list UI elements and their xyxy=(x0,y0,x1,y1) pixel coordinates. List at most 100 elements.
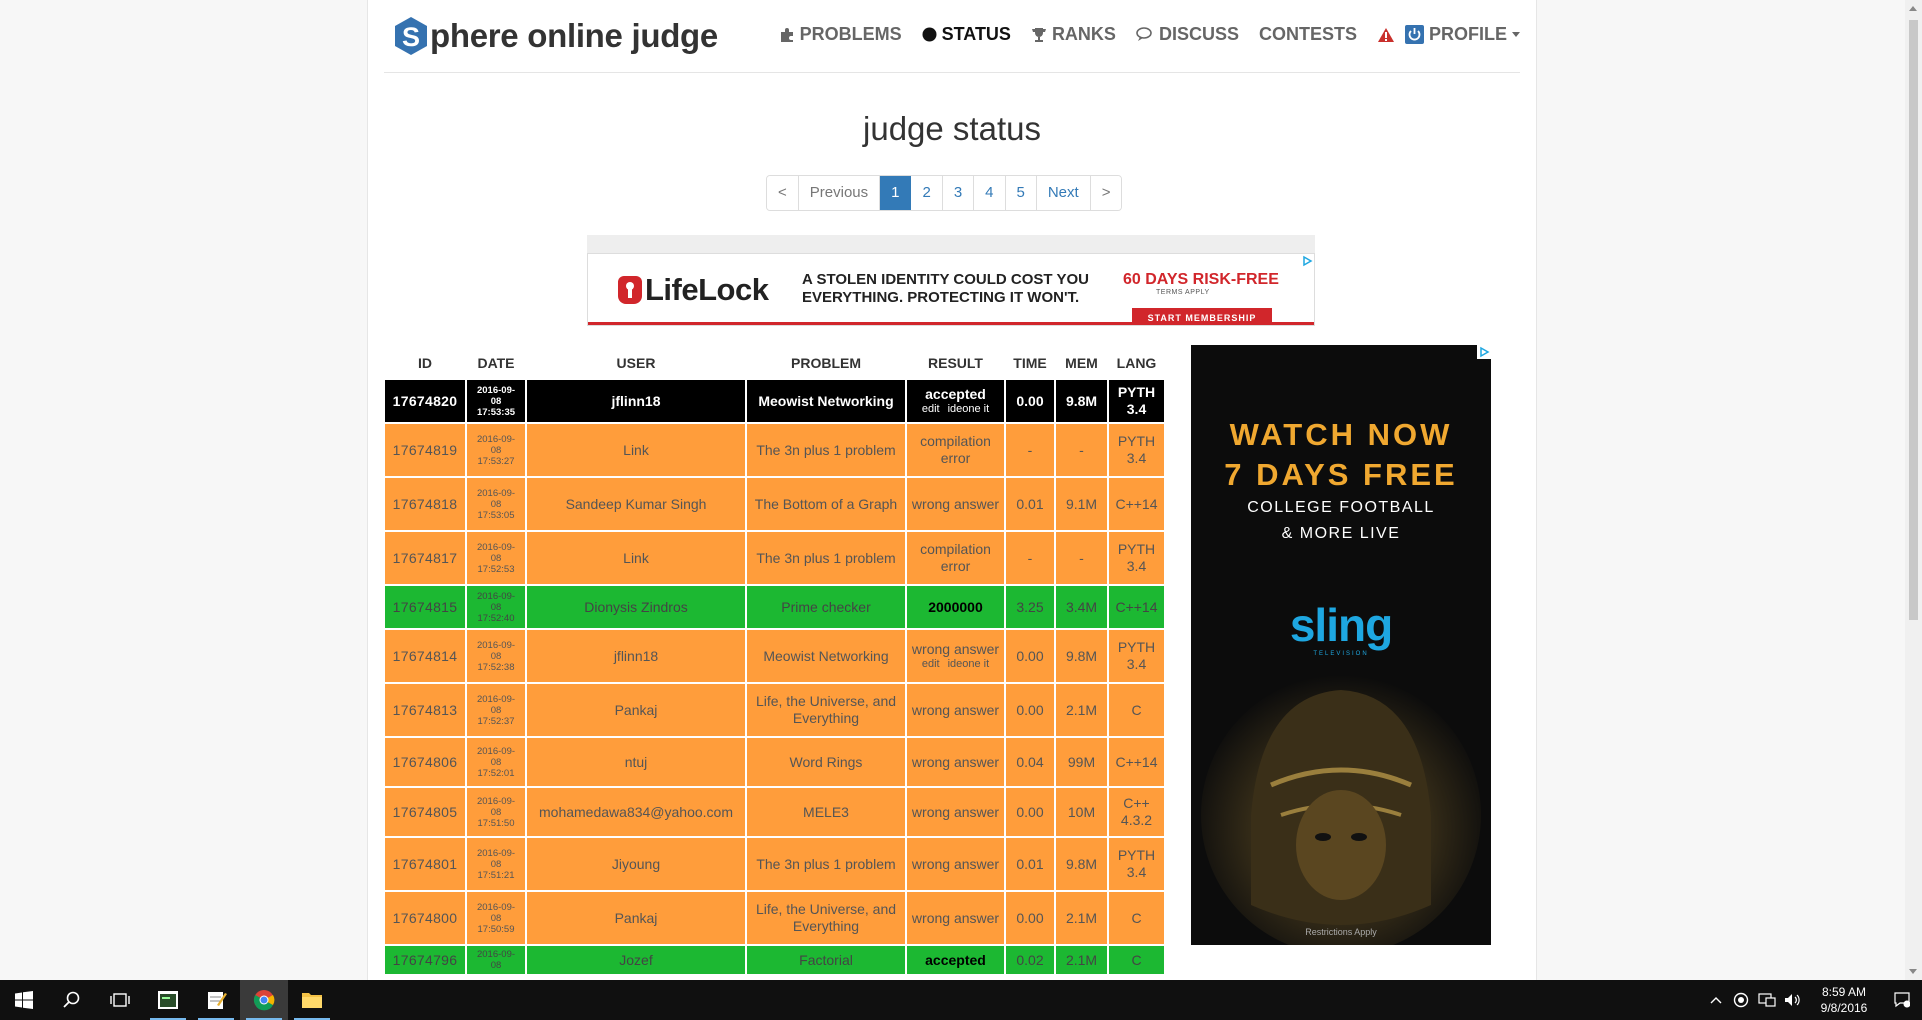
taskbar-clock[interactable]: 8:59 AM 9/8/2016 xyxy=(1806,984,1882,1016)
table-row[interactable]: 17674820 2016-09- 08 17:53:35 jflinn18 Meowis… xyxy=(383,378,1166,424)
ad-banner-lifelock[interactable]: LifeLock A STOLEN IDENTITY COULD COST YO… xyxy=(587,253,1315,326)
nav-problems-label: PROBLEMS xyxy=(799,24,902,44)
cell-problem[interactable]: Prime checker xyxy=(745,584,907,630)
pager-previous[interactable]: Previous xyxy=(798,176,881,210)
alert-icon[interactable] xyxy=(1377,27,1395,43)
table-row[interactable]: 17674818 2016-09- 08 17:53:05 Sandeep Kumar … xyxy=(383,476,1166,532)
cell-user[interactable]: Jiyoung xyxy=(525,836,747,892)
cell-user[interactable]: jflinn18 xyxy=(525,628,747,684)
cell-problem[interactable]: MELE3 xyxy=(745,786,907,838)
nav-ranks[interactable]: RANKS xyxy=(1031,24,1116,45)
cell-user[interactable]: ntuj xyxy=(525,736,747,788)
nav-status[interactable]: STATUS xyxy=(922,24,1011,45)
pager-next[interactable]: Next xyxy=(1036,176,1091,210)
cell-problem[interactable]: Word Rings xyxy=(745,736,907,788)
result-links: edit ideone it xyxy=(907,658,1004,671)
cell-problem[interactable]: The Bottom of a Graph xyxy=(745,476,907,532)
nav-discuss[interactable]: DISCUSS xyxy=(1136,24,1239,45)
cell-lang: C xyxy=(1107,682,1166,738)
col-header-date[interactable]: DATE xyxy=(466,348,526,379)
nav-problems[interactable]: PROBLEMS xyxy=(779,24,902,45)
scrollbar-thumb[interactable] xyxy=(1909,20,1918,620)
cell-user[interactable]: Pankaj xyxy=(525,682,747,738)
notepad-icon[interactable] xyxy=(192,980,240,1020)
pager-first[interactable]: < xyxy=(767,176,799,210)
volume-icon[interactable] xyxy=(1780,980,1806,1020)
col-header-mem[interactable]: MEM xyxy=(1055,348,1108,379)
table-row[interactable]: 17674813 2016-09- 08 17:52:37 Pankaj Life, th… xyxy=(383,682,1166,738)
pager-page-5[interactable]: 5 xyxy=(1005,176,1037,210)
lock-icon xyxy=(618,276,642,304)
cell-user[interactable]: jflinn18 xyxy=(525,378,747,424)
network-icon[interactable] xyxy=(1754,980,1780,1020)
lifelock-logo: LifeLock xyxy=(618,272,769,308)
table-row[interactable]: 17674819 2016-09- 08 17:53:27 Link The 3n plu… xyxy=(383,422,1166,478)
col-header-user[interactable]: USER xyxy=(526,348,746,379)
cell-time: 0.00 xyxy=(1004,628,1056,684)
cell-user[interactable]: Pankaj xyxy=(525,890,747,946)
col-header-id[interactable]: ID xyxy=(384,348,466,379)
cell-result: wrong answer xyxy=(905,836,1006,892)
table-row[interactable]: 17674801 2016-09- 08 17:51:21 Jiyoung The 3n … xyxy=(383,836,1166,892)
cell-result: wrong answer xyxy=(905,736,1006,788)
cell-user[interactable]: Sandeep Kumar Singh xyxy=(525,476,747,532)
pager-page-4[interactable]: 4 xyxy=(974,176,1006,210)
scroll-up-icon[interactable] xyxy=(1909,6,1917,11)
adchoices-icon[interactable] xyxy=(1300,254,1314,268)
lifelock-brand: LifeLock xyxy=(645,272,769,307)
table-row[interactable]: 17674805 2016-09- 08 17:51:50 mohamedawa834@… xyxy=(383,786,1166,838)
folder-icon[interactable] xyxy=(288,980,336,1020)
cell-user[interactable]: mohamedawa834@yahoo.com xyxy=(525,786,747,838)
cell-user[interactable]: Dionysis Zindros xyxy=(525,584,747,630)
col-header-time[interactable]: TIME xyxy=(1005,348,1055,379)
page-scrollbar[interactable] xyxy=(1905,0,1922,980)
start-icon[interactable] xyxy=(0,980,48,1020)
chevron-up-icon[interactable] xyxy=(1704,980,1728,1020)
cell-problem[interactable]: The 3n plus 1 problem xyxy=(745,422,907,478)
task-view-icon[interactable] xyxy=(96,980,144,1020)
cell-problem[interactable]: Meowist Networking xyxy=(745,378,907,424)
result-links: edit ideone it xyxy=(907,403,1004,416)
nav-profile[interactable]: PROFILE xyxy=(1404,24,1520,45)
col-header-problem[interactable]: PROBLEM xyxy=(746,348,906,379)
cell-problem[interactable]: The 3n plus 1 problem xyxy=(745,530,907,586)
ideone-link[interactable]: ideone it xyxy=(948,658,990,670)
nav-contests[interactable]: CONTESTS xyxy=(1259,24,1357,45)
cell-user[interactable]: Link xyxy=(525,422,747,478)
cell-mem: 2.1M xyxy=(1054,944,1109,976)
notification-icon[interactable] xyxy=(1882,980,1922,1020)
terminal-icon[interactable] xyxy=(144,980,192,1020)
edit-link[interactable]: edit xyxy=(922,403,940,415)
cell-lang: PYTH 3.4 xyxy=(1107,628,1166,684)
col-header-result[interactable]: RESULT xyxy=(906,348,1005,379)
table-row[interactable]: 17674817 2016-09- 08 17:52:53 Link The 3n plu… xyxy=(383,530,1166,586)
table-row[interactable]: 17674815 2016-09- 08 17:52:40 Dionysis Zindr… xyxy=(383,584,1166,630)
table-row[interactable]: 17674806 2016-09- 08 17:52:01 ntuj Word Rings… xyxy=(383,736,1166,788)
pager-page-2[interactable]: 2 xyxy=(911,176,943,210)
scroll-down-icon[interactable] xyxy=(1909,969,1917,974)
date-part: 2016-09- xyxy=(476,487,516,499)
ideone-link[interactable]: ideone it xyxy=(948,403,990,415)
record-icon[interactable] xyxy=(1728,980,1754,1020)
col-header-lang[interactable]: LANG xyxy=(1108,348,1165,379)
chrome-icon[interactable] xyxy=(240,980,288,1020)
table-row[interactable]: 17674796 2016-09- 08 Jozef Factorial accepted… xyxy=(383,944,1166,976)
ad-side-sling[interactable]: WATCH NOW 7 DAYS FREE COLLEGE FOOTBALL &… xyxy=(1191,345,1491,945)
pager-page-1[interactable]: 1 xyxy=(880,176,912,210)
pager-page-3[interactable]: 3 xyxy=(942,176,975,210)
cell-problem[interactable]: Life, the Universe, and Everything xyxy=(745,890,907,946)
cell-problem[interactable]: The 3n plus 1 problem xyxy=(745,836,907,892)
search-icon[interactable] xyxy=(48,980,96,1020)
cell-user[interactable]: Link xyxy=(525,530,747,586)
site-logo[interactable]: S phere online judge xyxy=(393,16,718,56)
cell-problem[interactable]: Meowist Networking xyxy=(745,628,907,684)
cell-problem[interactable]: Factorial xyxy=(745,944,907,976)
table-row[interactable]: 17674814 2016-09- 08 17:52:38 jflinn18 Meowis… xyxy=(383,628,1166,684)
cell-time: 0.00 xyxy=(1004,786,1056,838)
adchoices-icon[interactable] xyxy=(1477,345,1491,359)
cell-problem[interactable]: Life, the Universe, and Everything xyxy=(745,682,907,738)
edit-link[interactable]: edit xyxy=(922,658,940,670)
pager-last[interactable]: > xyxy=(1090,176,1122,210)
table-row[interactable]: 17674800 2016-09- 08 17:50:59 Pankaj Life, th… xyxy=(383,890,1166,946)
cell-user[interactable]: Jozef xyxy=(525,944,747,976)
